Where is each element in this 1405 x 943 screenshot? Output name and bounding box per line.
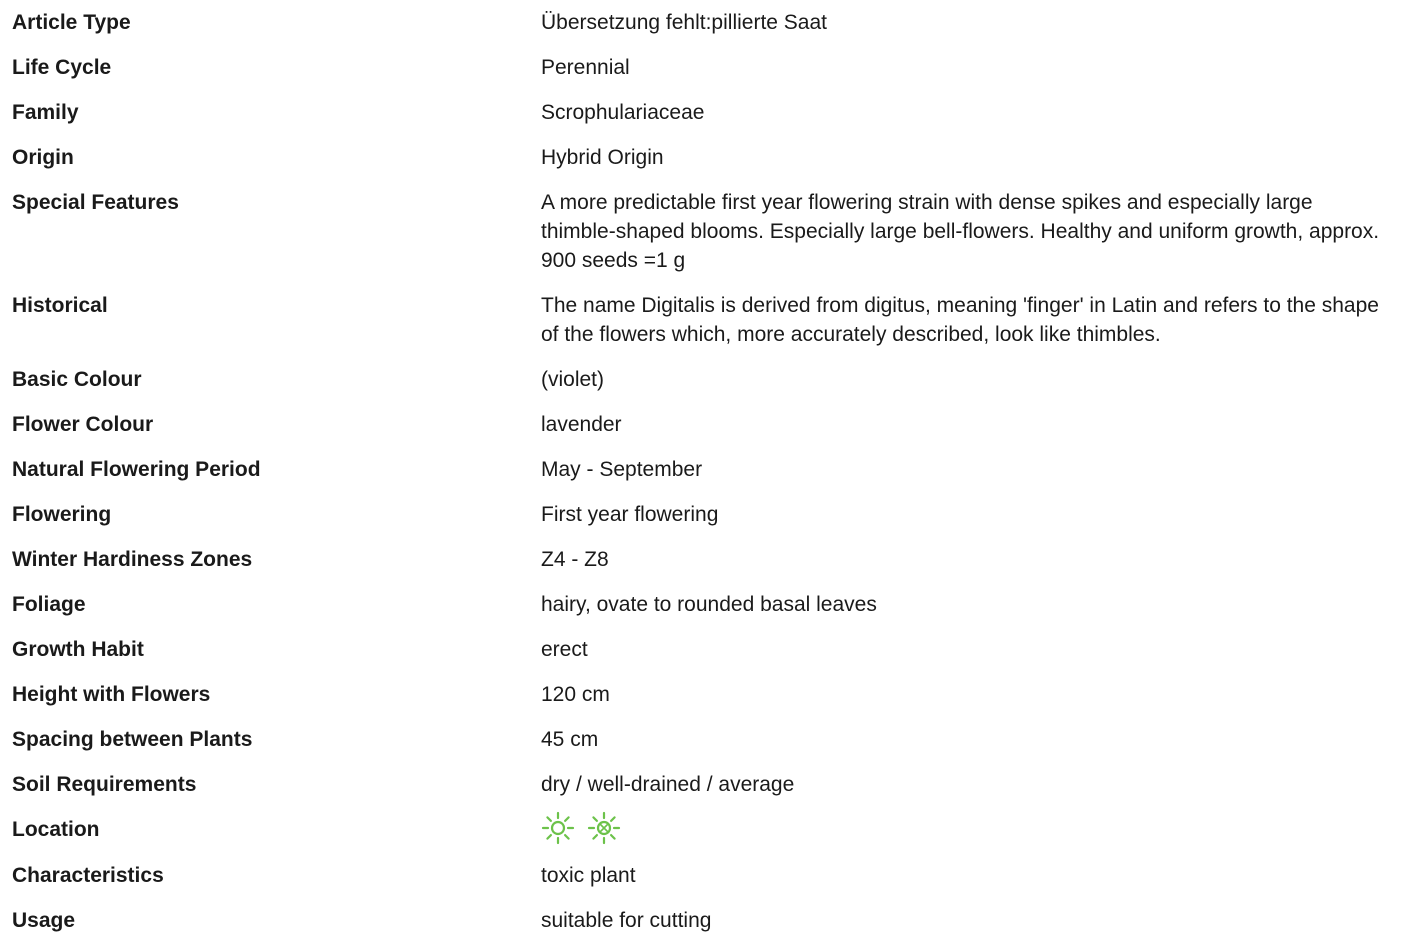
spec-value: Z4 - Z8 — [541, 548, 609, 571]
spec-label: Flowering — [12, 503, 112, 526]
spec-value: erect — [541, 638, 588, 661]
spec-label: Usage — [12, 909, 76, 933]
spec-row-characteristics: Characteristics toxic plant — [12, 853, 1392, 898]
partial-shade-icon — [587, 812, 620, 845]
spec-value: (violet) — [541, 368, 605, 391]
spec-value: 45 cm — [541, 728, 599, 751]
spec-label: Origin — [12, 146, 74, 169]
spec-value: toxic plant — [541, 864, 636, 888]
spec-label: Soil Requirements — [12, 773, 197, 796]
spec-label: Winter Hardiness Zones — [12, 548, 253, 571]
spec-label: Basic Colour — [12, 368, 142, 391]
spec-value: May - September — [541, 458, 703, 481]
spec-value: dry / well-drained / average — [541, 773, 795, 796]
spec-value: hairy, ovate to rounded basal leaves — [541, 593, 877, 616]
spec-label: Foliage — [12, 593, 86, 616]
spec-row-article-type: Article Type Übersetzung fehlt:pillierte… — [12, 0, 1392, 45]
plant-spec-table: Article Type Übersetzung fehlt:pillierte… — [12, 0, 1392, 943]
spec-row-usage: Usage suitable for cutting — [12, 898, 1392, 943]
spec-value: Perennial — [541, 56, 630, 79]
spec-value: A more predictable first year flowering … — [541, 191, 1380, 272]
spec-value: Übersetzung fehlt:pillierte Saat — [541, 11, 827, 34]
spec-row-flowering: Flowering First year flowering — [12, 492, 1392, 537]
spec-label: Historical — [12, 294, 108, 317]
spec-label: Spacing between Plants — [12, 728, 253, 751]
spec-row-location: Location — [12, 807, 1392, 853]
spec-value: First year flowering — [541, 503, 719, 526]
spec-value: lavender — [541, 413, 622, 436]
full-sun-icon — [541, 812, 575, 845]
spec-row-spacing-between-plants: Spacing between Plants 45 cm — [12, 717, 1392, 762]
spec-label: Family — [12, 101, 79, 124]
spec-row-flower-colour: Flower Colour lavender — [12, 402, 1392, 447]
spec-label: Growth Habit — [12, 638, 144, 661]
spec-row-foliage: Foliage hairy, ovate to rounded basal le… — [12, 582, 1392, 627]
spec-row-origin: Origin Hybrid Origin — [12, 135, 1392, 180]
spec-row-family: Family Scrophulariaceae — [12, 90, 1392, 135]
spec-value: Hybrid Origin — [541, 146, 664, 169]
spec-label: Height with Flowers — [12, 683, 211, 706]
spec-value: 120 cm — [541, 683, 610, 706]
spec-row-life-cycle: Life Cycle Perennial — [12, 45, 1392, 90]
spec-label: Natural Flowering Period — [12, 458, 261, 481]
spec-row-special-features: Special Features A more predictable firs… — [12, 180, 1392, 283]
spec-row-soil-requirements: Soil Requirements dry / well-drained / a… — [12, 762, 1392, 807]
spec-row-winter-hardiness-zones: Winter Hardiness Zones Z4 - Z8 — [12, 537, 1392, 582]
spec-row-growth-habit: Growth Habit erect — [12, 627, 1392, 672]
spec-label: Article Type — [12, 11, 131, 34]
spec-value-location-icons — [541, 807, 1392, 853]
spec-value: suitable for cutting — [541, 909, 712, 933]
spec-label: Life Cycle — [12, 56, 112, 79]
spec-value: Scrophulariaceae — [541, 101, 705, 124]
spec-label: Flower Colour — [12, 413, 154, 436]
spec-label: Location — [12, 818, 100, 841]
spec-value: The name Digitalis is derived from digit… — [541, 294, 1379, 346]
spec-row-natural-flowering-period: Natural Flowering Period May - September — [12, 447, 1392, 492]
spec-label: Characteristics — [12, 864, 164, 888]
spec-row-historical: Historical The name Digitalis is derived… — [12, 283, 1392, 357]
spec-label: Special Features — [12, 191, 179, 214]
spec-row-basic-colour: Basic Colour (violet) — [12, 357, 1392, 402]
spec-row-height-with-flowers: Height with Flowers 120 cm — [12, 672, 1392, 717]
